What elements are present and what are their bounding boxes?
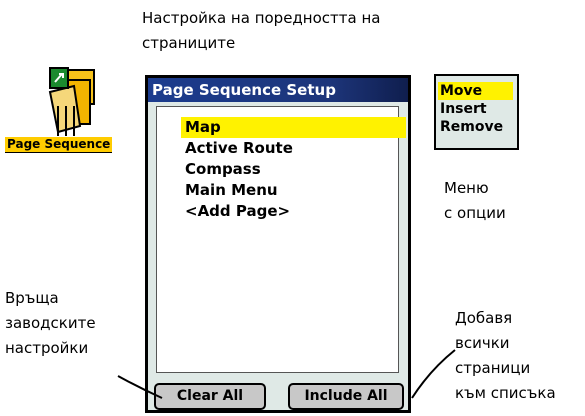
callout-lines [117,349,456,399]
clear-all-callout [117,375,163,399]
include-all-callout [411,349,456,399]
